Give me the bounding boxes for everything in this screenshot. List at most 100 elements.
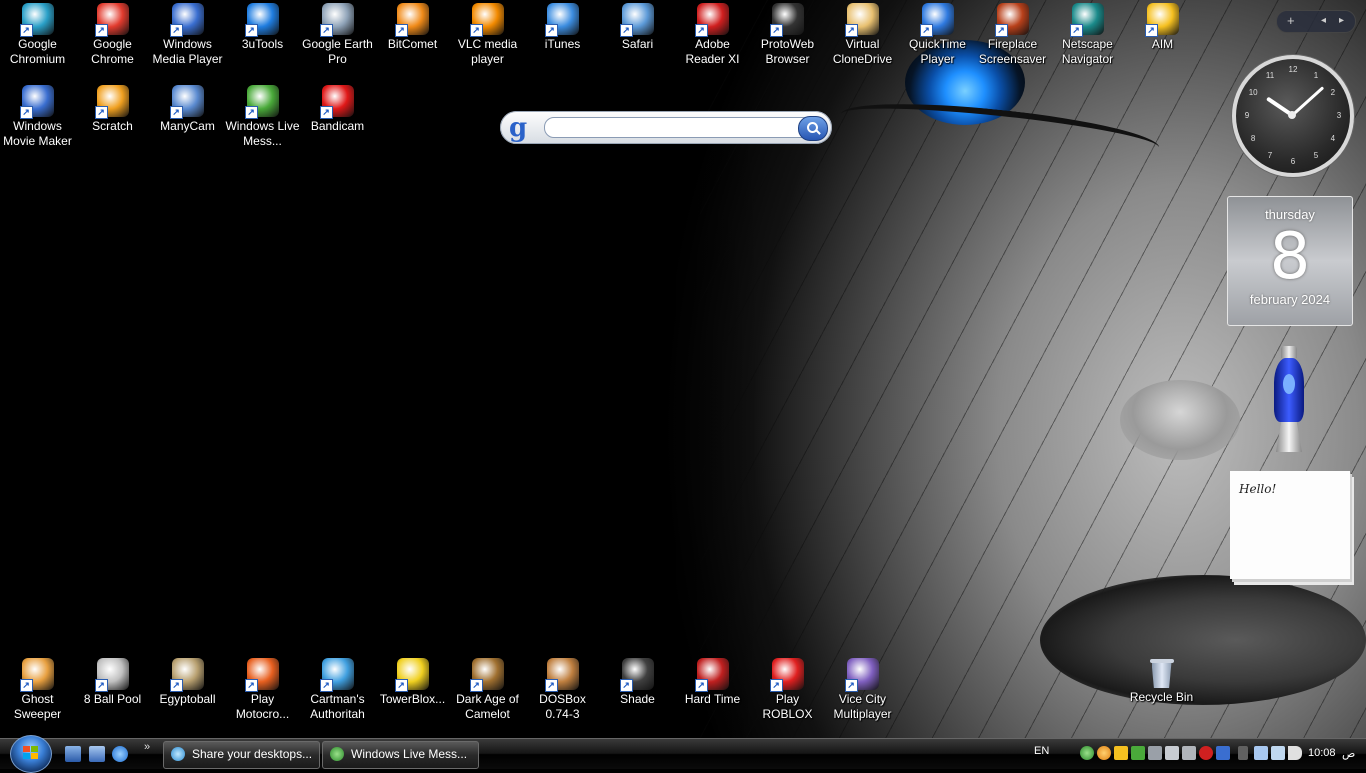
volume-icon[interactable]: [1288, 746, 1302, 760]
desktop-icon-chromium[interactable]: ↗ Google Chromium: [0, 3, 75, 67]
lava-lamp-gadget[interactable]: [1272, 346, 1306, 452]
taskbar-clock[interactable]: 10:08: [1308, 747, 1336, 759]
desktop-icon-towerblox[interactable]: ↗ TowerBlox...: [375, 658, 450, 707]
internet-explorer-icon[interactable]: [112, 746, 128, 762]
taskbar-button-live-messenger[interactable]: Windows Live Mess...: [322, 741, 479, 769]
desktop-icon-fireplace[interactable]: ↗ Fireplace Screensaver: [975, 3, 1050, 67]
desktop-icon-dosbox[interactable]: ↗ DOSBox 0.74-3: [525, 658, 600, 722]
chromium-icon: ↗: [19, 3, 54, 37]
desktop-icon-shade[interactable]: ↗ Shade: [600, 658, 675, 707]
icon-label: Bandicam: [310, 119, 365, 133]
shortcut-arrow-icon: ↗: [694, 679, 708, 692]
network-icon[interactable]: [1271, 746, 1285, 760]
desktop-icon-vice-city[interactable]: ↗ Vice City Multiplayer: [825, 658, 900, 722]
fireplace-icon: ↗: [994, 3, 1029, 37]
desktop-icon-google-earth[interactable]: ↗ Google Earth Pro: [300, 3, 375, 67]
messenger-tray-icon[interactable]: [1080, 746, 1094, 760]
desktop-icon-motocross[interactable]: ↗ Play Motocro...: [225, 658, 300, 722]
shortcut-arrow-icon: ↗: [769, 24, 783, 37]
calendar-gadget[interactable]: thursday 8 february 2024: [1227, 196, 1353, 326]
shortcut-arrow-icon: ↗: [1069, 24, 1083, 37]
task-label: Windows Live Mess...: [351, 747, 468, 761]
update-tray-icon[interactable]: [1131, 746, 1145, 760]
manycam-tray-icon[interactable]: [1216, 746, 1230, 760]
desktop-icon-adobe-reader[interactable]: ↗ Adobe Reader XI: [675, 3, 750, 67]
icon-label: DOSBox 0.74-3: [539, 692, 586, 721]
usb-tray-icon[interactable]: [1182, 746, 1196, 760]
google-search-gadget: g: [500, 111, 832, 144]
desktop-icon-aim[interactable]: ↗ AIM: [1125, 3, 1200, 52]
icon-label: Virtual CloneDrive: [832, 37, 893, 66]
desktop-icon-bandicam[interactable]: ↗ Bandicam: [300, 85, 375, 134]
shortcut-arrow-icon: ↗: [619, 24, 633, 37]
desktop-icon-roblox[interactable]: ↗ Play ROBLOX: [750, 658, 825, 722]
desktop-icon-quicktime[interactable]: ↗ QuickTime Player: [900, 3, 975, 67]
clock-center: [1288, 111, 1296, 119]
desktop-icon-scratch[interactable]: ↗ Scratch: [75, 85, 150, 134]
icon-label: VLC media player: [457, 37, 518, 66]
quick-launch-chevron[interactable]: »: [144, 741, 150, 753]
icon-label: Play Motocro...: [235, 692, 290, 721]
printer-tray-icon[interactable]: [1165, 746, 1179, 760]
sidebar-prev-button[interactable]: ◂: [1321, 15, 1326, 26]
desktop-icon-live-messenger[interactable]: ↗ Windows Live Mess...: [225, 85, 300, 149]
desktop-icon-protoweb[interactable]: ↗ ProtoWeb Browser: [750, 3, 825, 67]
clock-numeral: 10: [1248, 88, 1258, 97]
language-indicator[interactable]: EN: [1034, 745, 1049, 757]
desktop-icon-hard-time[interactable]: ↗ Hard Time: [675, 658, 750, 707]
add-gadget-button[interactable]: +: [1287, 13, 1295, 28]
shortcut-arrow-icon: ↗: [319, 24, 333, 37]
desktop-icon-manycam[interactable]: ↗ ManyCam: [150, 85, 225, 134]
icon-label: Safari: [621, 37, 654, 51]
clock-gadget[interactable]: 12 1 2 3 4 5 6 7 8 9 10 11: [1232, 55, 1354, 177]
desktop-icon-8-ball-pool[interactable]: ↗ 8 Ball Pool: [75, 658, 150, 707]
search-icon[interactable]: [798, 116, 828, 141]
google-search-input[interactable]: [544, 117, 818, 138]
shortcut-arrow-icon: ↗: [544, 679, 558, 692]
desktop-icon-chrome[interactable]: ↗ Google Chrome: [75, 3, 150, 67]
icon-label: Windows Live Mess...: [225, 119, 300, 148]
shortcut-arrow-icon: ↗: [19, 24, 33, 37]
taskbar-button-share-desktops[interactable]: Share your desktops...: [163, 741, 320, 769]
desktop-icon-3utools[interactable]: ↗ 3uTools: [225, 3, 300, 52]
switch-windows-icon[interactable]: [89, 746, 105, 762]
desktop-icon-ghost-sweeper[interactable]: ↗ Ghost Sweeper: [0, 658, 75, 722]
clock-numeral: 2: [1330, 88, 1336, 97]
desktop-icon-media-player[interactable]: ↗ Windows Media Player: [150, 3, 225, 67]
clock-numeral: 7: [1267, 150, 1273, 160]
desktop-icon-movie-maker[interactable]: ↗ Windows Movie Maker: [0, 85, 75, 149]
show-desktop-icon[interactable]: [65, 746, 81, 762]
live-messenger-task-icon: [330, 747, 344, 761]
desktop-icon-clonedrive[interactable]: ↗ Virtual CloneDrive: [825, 3, 900, 67]
action-center-icon[interactable]: [1254, 746, 1268, 760]
aim-tray-icon[interactable]: [1114, 746, 1128, 760]
sidebar-next-button[interactable]: ▸: [1339, 15, 1344, 26]
desktop-icon-camelot[interactable]: ↗ Dark Age of Camelot: [450, 658, 525, 722]
desktop-icon-itunes[interactable]: ↗ iTunes: [525, 3, 600, 52]
shortcut-arrow-icon: ↗: [94, 679, 108, 692]
shortcut-arrow-icon: ↗: [994, 24, 1008, 37]
desktop-icon-recycle-bin[interactable]: Recycle Bin: [1124, 658, 1199, 705]
egyptoball-icon: ↗: [169, 658, 204, 692]
wallpaper-nose: [1120, 380, 1240, 460]
desktop-icon-egyptoball[interactable]: ↗ Egyptoball: [150, 658, 225, 707]
desktop-icon-vlc[interactable]: ↗ VLC media player: [450, 3, 525, 67]
desktop-icon-bitcomet[interactable]: ↗ BitComet: [375, 3, 450, 52]
start-button[interactable]: [10, 735, 52, 773]
shortcut-arrow-icon: ↗: [19, 106, 33, 119]
shortcut-arrow-icon: ↗: [619, 679, 633, 692]
desktop-icon-cartman[interactable]: ↗ Cartman's Authoritah: [300, 658, 375, 722]
icon-label: Dark Age of Camelot: [456, 692, 519, 721]
bitcomet-tray-icon[interactable]: [1097, 746, 1111, 760]
notes-gadget[interactable]: Hello!: [1230, 471, 1350, 579]
bandicam-tray-icon[interactable]: [1199, 746, 1213, 760]
aim-icon: ↗: [1144, 3, 1179, 37]
desktop-icon-netscape[interactable]: ↗ Netscape Navigator: [1050, 3, 1125, 67]
network-drive-tray-icon[interactable]: [1148, 746, 1162, 760]
icon-label: BitComet: [387, 37, 438, 51]
motocross-icon: ↗: [244, 658, 279, 692]
shortcut-arrow-icon: ↗: [769, 679, 783, 692]
shortcut-arrow-icon: ↗: [244, 679, 258, 692]
shortcut-arrow-icon: ↗: [19, 679, 33, 692]
desktop-icon-safari[interactable]: ↗ Safari: [600, 3, 675, 52]
